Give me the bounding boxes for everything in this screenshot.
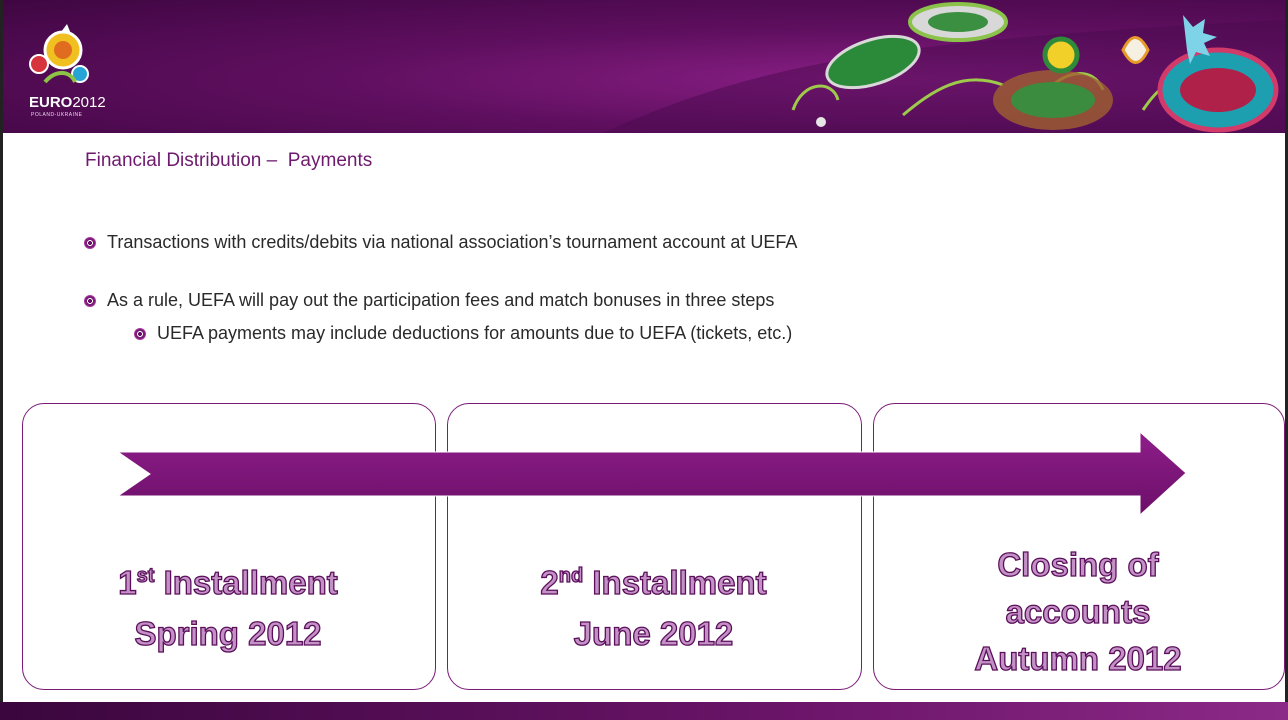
bullet-icon — [84, 294, 96, 307]
bullet-item: As a rule, UEFA will pay out the partici… — [84, 290, 774, 311]
bullet-text: Transactions with credits/debits via nat… — [107, 232, 798, 252]
header-banner: EURO2012 POLAND-UKRAINE — [3, 0, 1285, 133]
sub-bullet-item: UEFA payments may include deductions for… — [134, 323, 792, 344]
bullet-text: UEFA payments may include deductions for… — [157, 323, 793, 343]
logo-emblem — [29, 24, 89, 84]
step-2-label: 2nd Installment June 2012 — [447, 557, 860, 659]
slide-title: Financial Distribution – Payments — [85, 150, 373, 171]
bullet-text: As a rule, UEFA will pay out the partici… — [107, 290, 775, 310]
logo-wordmark: EURO2012 — [29, 94, 106, 111]
step-3-label: Closing of accounts Autumn 2012 — [873, 542, 1283, 683]
euro2012-logo: EURO2012 POLAND-UKRAINE — [25, 22, 125, 118]
bullet-icon — [134, 327, 146, 340]
logo-subtitle: POLAND-UKRAINE — [31, 112, 83, 118]
stadium-decoration — [603, 2, 1285, 133]
footer-band — [0, 702, 1288, 720]
bullet-icon — [84, 236, 96, 249]
step-1-label: 1st Installment Spring 2012 — [22, 557, 434, 659]
bullet-item: Transactions with credits/debits via nat… — [84, 232, 797, 253]
step-3-date: Autumn 2012 — [974, 639, 1183, 677]
step-1-date: Spring 2012 — [134, 614, 322, 653]
step-2-date: June 2012 — [573, 614, 734, 653]
